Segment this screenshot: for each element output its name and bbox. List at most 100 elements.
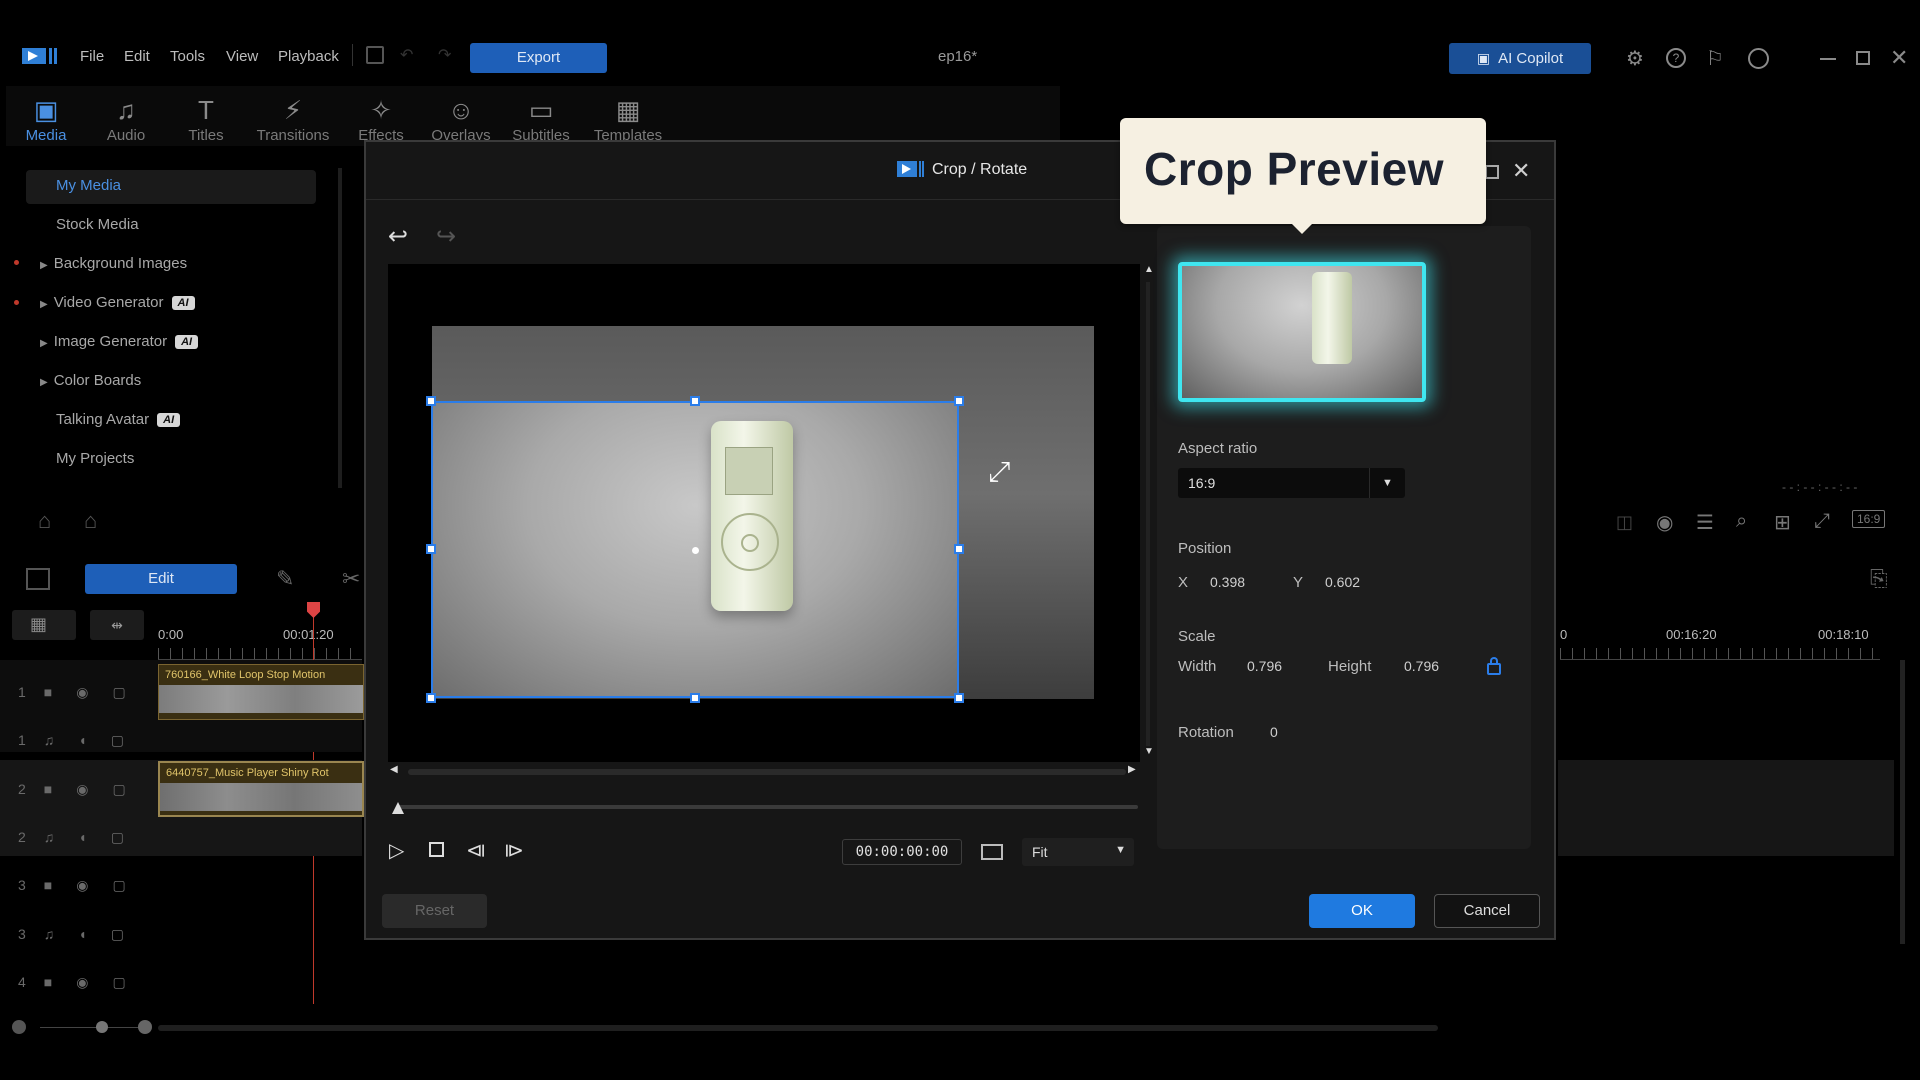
crop-handle-b[interactable] <box>690 693 700 703</box>
crop-handle-l[interactable] <box>426 544 436 554</box>
tab-titles[interactable]: T Titles <box>166 95 246 144</box>
tab-transitions[interactable]: ⚡ Transitions <box>252 95 334 144</box>
menu-file[interactable]: File <box>80 48 104 65</box>
sidebar-item-color-boards[interactable]: ▶ Color Boards <box>40 372 141 389</box>
eye-icon[interactable]: ◉ <box>76 684 88 700</box>
play-icon[interactable]: ▷ <box>389 838 404 863</box>
close-app-icon[interactable]: ✕ <box>1890 45 1908 71</box>
lock-icon[interactable]: ▢ <box>111 926 124 942</box>
lock-icon[interactable]: ▢ <box>112 974 125 990</box>
eye-icon[interactable]: ◉ <box>76 877 88 893</box>
reset-button[interactable]: Reset <box>382 894 487 928</box>
crop-handle-t[interactable] <box>690 396 700 406</box>
video-clip[interactable]: 760166_White Loop Stop Motion <box>158 664 364 720</box>
tab-audio[interactable]: ♫ Audio <box>86 95 166 144</box>
x-input[interactable]: 0.398 <box>1210 574 1245 590</box>
tab-overlays[interactable]: ☺ Overlays <box>421 95 501 144</box>
y-input[interactable]: 0.602 <box>1325 574 1360 590</box>
menu-playback[interactable]: Playback <box>278 48 339 65</box>
stop-icon[interactable] <box>429 842 444 857</box>
settings-icon[interactable]: ⚙ <box>1626 46 1644 71</box>
render-preview-icon[interactable]: ◉ <box>1656 510 1673 535</box>
ok-button[interactable]: OK <box>1309 894 1415 928</box>
scroll-down-icon[interactable]: ▼ <box>1144 746 1154 757</box>
list-icon[interactable]: ☰ <box>1696 510 1714 535</box>
sidebar-item-image-generator[interactable]: ▶ Image Generator AI <box>40 333 199 350</box>
ruler[interactable] <box>158 648 362 660</box>
maximize-dialog-icon[interactable] <box>1485 165 1499 179</box>
menu-view[interactable]: View <box>226 48 258 65</box>
fit-dropdown[interactable]: Fit ▼ <box>1022 838 1134 866</box>
zoom-out-icon[interactable] <box>12 1020 26 1034</box>
tag-icon[interactable]: ⌂ <box>84 508 97 534</box>
timeline-scrollbar[interactable] <box>158 1025 1438 1031</box>
prev-frame-icon[interactable]: ⧏ <box>466 838 486 863</box>
crop-handle-br[interactable] <box>954 693 964 703</box>
sidebar-item-background-images[interactable]: ▶ Background Images <box>40 255 187 272</box>
edit-button[interactable]: Edit <box>85 564 237 594</box>
sidebar-item-stock-media[interactable]: Stock Media <box>56 216 139 233</box>
safe-zone-icon[interactable] <box>981 844 1003 860</box>
lock-icon[interactable]: ▢ <box>112 781 125 797</box>
export-button[interactable]: Export <box>470 43 607 73</box>
zoom-in-icon[interactable] <box>138 1020 152 1034</box>
canvas-horizontal-scrollbar[interactable] <box>408 769 1126 775</box>
cancel-button[interactable]: Cancel <box>1434 894 1540 928</box>
help-icon[interactable]: ? <box>1666 48 1686 68</box>
sidebar-scrollbar[interactable] <box>338 168 342 488</box>
lock-icon[interactable]: ▢ <box>112 684 125 700</box>
minimize-icon[interactable] <box>1820 58 1836 60</box>
tab-media[interactable]: ▣ Media <box>6 95 86 144</box>
scroll-right-icon[interactable]: ▶ <box>1128 764 1136 775</box>
undo-icon[interactable]: ↶ <box>400 45 413 65</box>
menu-tools[interactable]: Tools <box>170 48 205 65</box>
crop-handle-bl[interactable] <box>426 693 436 703</box>
tab-subtitles[interactable]: ▭ Subtitles <box>501 95 581 144</box>
width-input[interactable]: 0.796 <box>1247 658 1282 674</box>
undo-icon[interactable]: ↩ <box>388 222 408 251</box>
ruler[interactable] <box>1560 648 1880 660</box>
sidebar-item-talking-avatar[interactable]: Talking Avatar AI <box>56 411 181 428</box>
pen-icon[interactable]: ✎ <box>276 566 294 592</box>
account-icon[interactable] <box>1748 48 1769 69</box>
speaker-icon[interactable]: ◖ <box>78 829 86 845</box>
sidebar-item-my-projects[interactable]: My Projects <box>56 450 134 467</box>
seek-thumb[interactable] <box>392 802 404 814</box>
scissors-icon[interactable]: ✂ <box>342 566 360 592</box>
scroll-up-icon[interactable]: ▲ <box>1144 264 1154 275</box>
video-clip[interactable]: 6440757_Music Player Shiny Rot <box>158 761 364 817</box>
layout-icon[interactable]: ⊞ <box>1774 510 1791 535</box>
lock-icon[interactable]: ▢ <box>111 829 124 845</box>
rotation-input[interactable]: 0 <box>1270 724 1278 740</box>
tab-effects[interactable]: ✧ Effects <box>341 95 421 144</box>
height-input[interactable]: 0.796 <box>1404 658 1439 674</box>
aspect-ratio-dropdown[interactable]: 16:9 ▼ <box>1178 468 1405 498</box>
redo-icon[interactable]: ↷ <box>438 45 451 65</box>
zoom-preview-icon[interactable]: ⌕ <box>1736 510 1747 533</box>
add-tag-icon[interactable]: ⌂ <box>38 508 51 534</box>
tab-templates[interactable]: ▦ Templates <box>588 95 668 144</box>
crop-canvas[interactable]: ⤢ <box>388 264 1140 762</box>
crop-handle-tr[interactable] <box>954 396 964 406</box>
lock-ratio-icon[interactable] <box>1487 657 1501 675</box>
lock-icon[interactable]: ▢ <box>111 732 124 748</box>
notification-icon[interactable]: ⚐ <box>1706 46 1724 71</box>
seek-bar[interactable] <box>398 805 1138 809</box>
restore-icon[interactable] <box>1856 51 1870 65</box>
next-frame-icon[interactable]: ⧐ <box>504 838 524 863</box>
aspect-badge[interactable]: 16:9 <box>1852 510 1886 528</box>
eye-icon[interactable]: ◉ <box>76 781 88 797</box>
storyboard-icon[interactable] <box>26 568 50 590</box>
timeline-settings-icon[interactable]: ⎘ <box>1870 566 1888 592</box>
crop-handle-tl[interactable] <box>426 396 436 406</box>
save-icon[interactable] <box>366 46 384 64</box>
snapshot-icon[interactable]: ◫ <box>1616 512 1633 533</box>
speaker-icon[interactable]: ◖ <box>78 732 86 748</box>
zoom-slider-thumb[interactable] <box>96 1021 108 1033</box>
fit-timeline-icon[interactable]: ⇹ <box>90 610 144 640</box>
lock-icon[interactable]: ▢ <box>112 877 125 893</box>
playhead-handle[interactable] <box>307 602 320 618</box>
eye-icon[interactable]: ◉ <box>76 974 88 990</box>
crop-handle-r[interactable] <box>954 544 964 554</box>
zoom-slider[interactable] <box>40 1027 140 1028</box>
